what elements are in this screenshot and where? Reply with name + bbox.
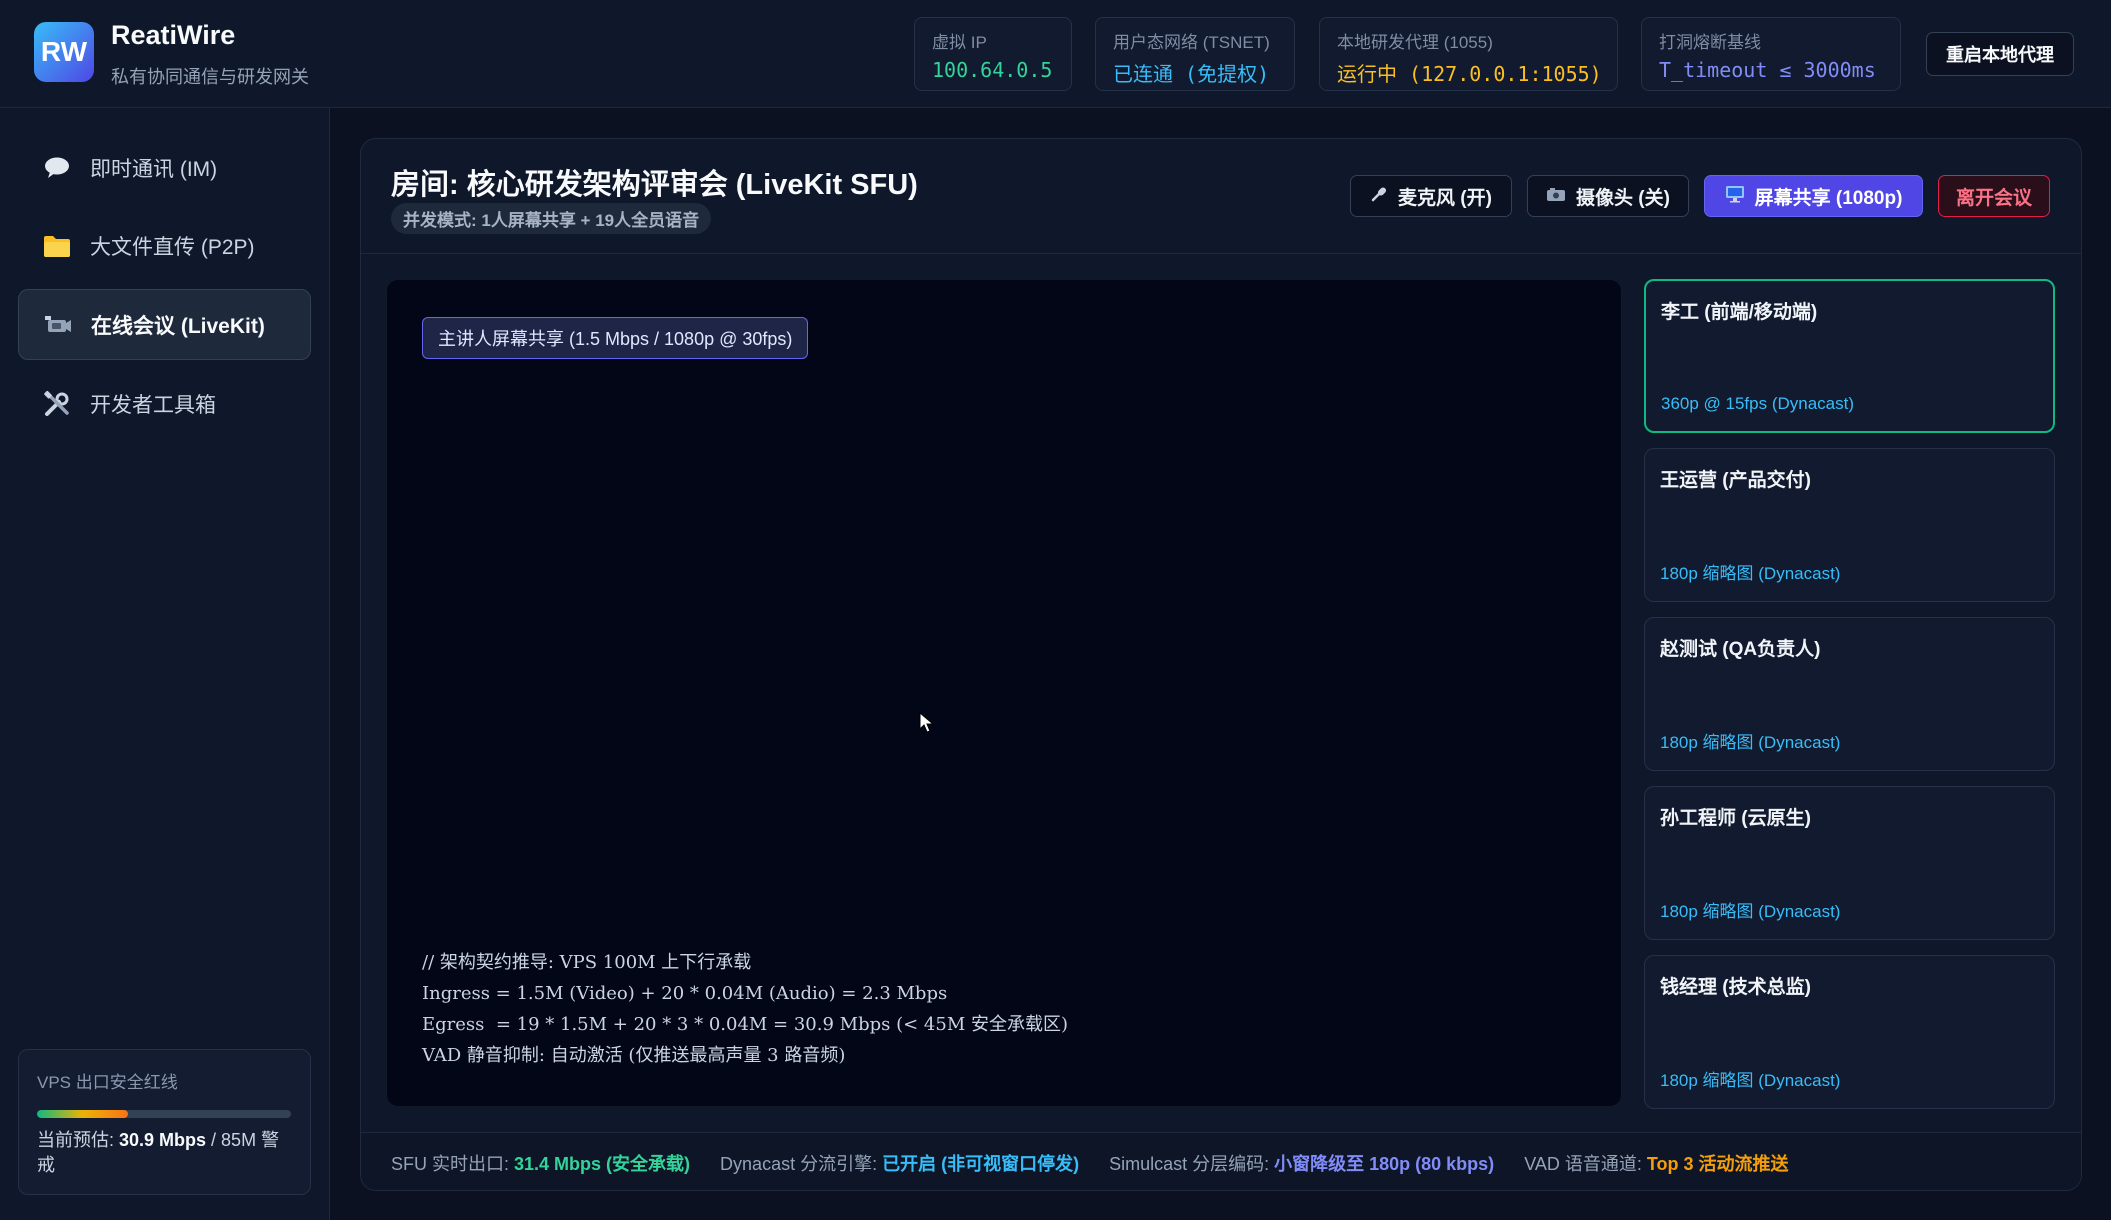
participant-name: 赵测试 (QA负责人) [1660, 639, 1821, 660]
top-header: RW ReatiWire 私有协同通信与研发网关 虚拟 IP 100.64.0.… [0, 0, 2111, 108]
participant-tile[interactable]: 钱经理 (技术总监) 180p 缩略图 (Dynacast) [1644, 955, 2055, 1109]
screen-share-button[interactable]: 屏幕共享 (1080p) [1704, 175, 1923, 217]
monitor-icon [1725, 185, 1745, 208]
formula-line: // 架构契约推导: VPS 100M 上下行承载 [422, 952, 752, 973]
microphone-icon [1370, 185, 1388, 208]
restart-proxy-button[interactable]: 重启本地代理 [1926, 32, 2074, 76]
status-label: Dynacast 分流引擎: [720, 1153, 883, 1174]
formula-line: Ingress = 1.5M (Video) + 20 * 0.04M (Aud… [422, 983, 948, 1004]
vps-usage-bar [37, 1110, 291, 1118]
status-label: VAD 语音通道: [1524, 1153, 1647, 1174]
stat-label: 用户态网络 (TSNET) [1113, 33, 1270, 52]
status-value: 已开启 (非可视窗口停发) [882, 1153, 1080, 1174]
formula-line: VAD 静音抑制: 自动激活 (仅推送最高声量 3 路音频) [422, 1045, 846, 1066]
stat-label: 打洞熔断基线 [1659, 33, 1761, 52]
sidebar-item-p2p[interactable]: 大文件直传 (P2P) [18, 210, 311, 281]
camera-button-label: 摄像头 (关) [1576, 187, 1670, 209]
stat-value: T_timeout ≤ 3000ms [1659, 58, 1876, 82]
app-name: ReatiWire [111, 20, 236, 50]
sidebar-item-meeting[interactable]: 在线会议 (LiveKit) [18, 289, 311, 360]
participant-stream-quality: 360p @ 15fps (Dynacast) [1661, 394, 1855, 413]
vps-estimate-value: 30.9 Mbps [119, 1130, 207, 1150]
mic-button-label: 麦克风 (开) [1398, 187, 1492, 209]
participant-tile[interactable]: 孙工程师 (云原生) 180p 缩略图 (Dynacast) [1644, 786, 2055, 940]
status-label: SFU 实时出口: [391, 1153, 515, 1174]
screen-share-stage[interactable]: 主讲人屏幕共享 (1.5 Mbps / 1080p @ 30fps) // 架构… [386, 279, 1622, 1107]
sfu-status-bar: SFU 实时出口: 31.4 Mbps (安全承载) Dynacast 分流引擎… [361, 1132, 2081, 1190]
status-vad: VAD 语音通道: Top 3 活动流推送 [1524, 1150, 1788, 1176]
stat-label: 本地研发代理 (1055) [1337, 33, 1493, 52]
vps-usage-fill [37, 1110, 129, 1118]
stat-virtual-ip: 虚拟 IP 100.64.0.5 [914, 17, 1072, 91]
speech-bubble-icon [42, 153, 72, 183]
tools-icon [42, 389, 72, 419]
meeting-panel: 房间: 核心研发架构评审会 (LiveKit SFU) 并发模式: 1人屏幕共享… [360, 138, 2082, 1191]
sidebar-item-im[interactable]: 即时通讯 (IM) [18, 132, 311, 203]
presenter-share-badge: 主讲人屏幕共享 (1.5 Mbps / 1080p @ 30fps) [422, 317, 809, 359]
formula-line: Egress = 19 * 1.5M + 20 * 3 * 0.04M = 30… [422, 1014, 1068, 1035]
vps-estimate: 当前预估: 30.9 Mbps / 85M 警戒 [37, 1128, 292, 1178]
vps-safety-card: VPS 出口安全红线 当前预估: 30.9 Mbps / 85M 警戒 [18, 1049, 311, 1195]
participant-name: 王运营 (产品交付) [1660, 470, 1811, 491]
participant-tile[interactable]: 王运营 (产品交付) 180p 缩略图 (Dynacast) [1644, 448, 2055, 602]
sidebar-item-label: 即时通讯 (IM) [90, 157, 218, 181]
folder-icon [42, 231, 72, 261]
status-dynacast: Dynacast 分流引擎: 已开启 (非可视窗口停发) [720, 1150, 1079, 1176]
status-value: 小窗降级至 180p (80 kbps) [1274, 1153, 1495, 1174]
app-logo: RW [34, 22, 94, 82]
participant-name: 孙工程师 (云原生) [1660, 808, 1811, 829]
meeting-header: 房间: 核心研发架构评审会 (LiveKit SFU) 并发模式: 1人屏幕共享… [361, 139, 2081, 254]
camera-icon [1546, 186, 1566, 207]
camera-button[interactable]: 摄像头 (关) [1527, 175, 1689, 217]
status-label: Simulcast 分层编码: [1109, 1153, 1275, 1174]
participant-tile[interactable]: 李工 (前端/移动端) 360p @ 15fps (Dynacast) [1644, 279, 2055, 433]
stat-value: 100.64.0.5 [932, 58, 1053, 82]
status-simulcast: Simulcast 分层编码: 小窗降级至 180p (80 kbps) [1109, 1150, 1494, 1176]
status-sfu-egress: SFU 实时出口: 31.4 Mbps (安全承载) [391, 1150, 690, 1176]
status-value: 31.4 Mbps (安全承载) [514, 1153, 691, 1174]
sidebar-item-devtools[interactable]: 开发者工具箱 [18, 368, 311, 439]
stat-tsnet: 用户态网络 (TSNET) 已连通 (免提权) [1095, 17, 1295, 91]
concurrency-mode-badge: 并发模式: 1人屏幕共享 + 19人全员语音 [391, 203, 712, 234]
sidebar-item-label: 在线会议 (LiveKit) [91, 314, 265, 338]
participant-stream-quality: 180p 缩略图 (Dynacast) [1660, 1071, 1841, 1090]
sidebar-item-label: 大文件直传 (P2P) [90, 235, 255, 259]
participant-name: 李工 (前端/移动端) [1661, 302, 1818, 323]
status-value: Top 3 活动流推送 [1646, 1153, 1789, 1174]
stat-value: 已连通 (免提权) [1113, 62, 1270, 86]
mic-button[interactable]: 麦克风 (开) [1350, 175, 1512, 217]
participant-stream-quality: 180p 缩略图 (Dynacast) [1660, 902, 1841, 921]
vps-estimate-prefix: 当前预估: [37, 1130, 120, 1150]
sidebar: 即时通讯 (IM) 大文件直传 (P2P) 在线会议 (LiveKit) 开发者… [0, 108, 330, 1220]
participant-stream-quality: 180p 缩略图 (Dynacast) [1660, 733, 1841, 752]
vps-title: VPS 出口安全红线 [37, 1073, 178, 1092]
leave-meeting-button[interactable]: 离开会议 [1938, 175, 2050, 217]
mouse-cursor-icon [919, 712, 935, 733]
stat-label: 虚拟 IP [932, 33, 987, 52]
stat-local-proxy: 本地研发代理 (1055) 运行中 (127.0.0.1:1055) [1319, 17, 1618, 91]
participant-stream-quality: 180p 缩略图 (Dynacast) [1660, 564, 1841, 583]
participant-tile[interactable]: 赵测试 (QA负责人) 180p 缩略图 (Dynacast) [1644, 617, 2055, 771]
stat-punch-baseline: 打洞熔断基线 T_timeout ≤ 3000ms [1641, 17, 1901, 91]
video-camera-icon [43, 310, 73, 340]
room-title: 房间: 核心研发架构评审会 (LiveKit SFU) [391, 169, 918, 201]
architecture-formula: // 架构契约推导: VPS 100M 上下行承载 Ingress = 1.5M… [422, 947, 1068, 1071]
participant-name: 钱经理 (技术总监) [1660, 977, 1811, 998]
sidebar-item-label: 开发者工具箱 [90, 393, 216, 417]
app-subtitle: 私有协同通信与研发网关 [111, 67, 309, 87]
screen-share-button-label: 屏幕共享 (1080p) [1754, 187, 1903, 209]
stat-value: 运行中 (127.0.0.1:1055) [1337, 62, 1602, 86]
